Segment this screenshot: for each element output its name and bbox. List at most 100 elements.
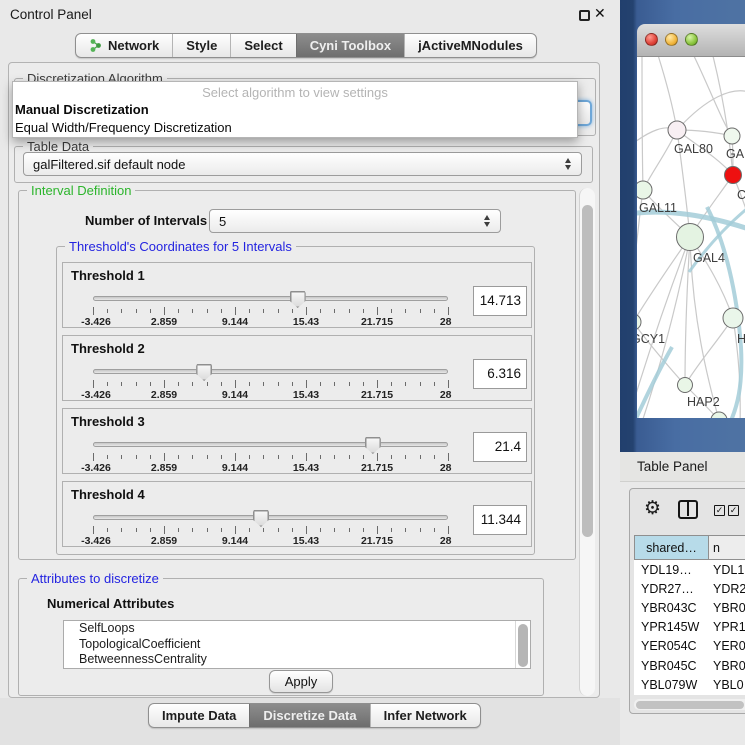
- cell-name[interactable]: YDL1: [708, 563, 744, 577]
- tab-discretize-data[interactable]: Discretize Data: [249, 704, 369, 727]
- algorithm-dropdown-popup: Select algorithm to view settings Manual…: [12, 81, 578, 138]
- algorithm-prompt-option[interactable]: Select algorithm to view settings: [13, 82, 577, 101]
- attributes-list-scrollbar[interactable]: [515, 621, 530, 668]
- tick-mark: [249, 528, 250, 532]
- slider-track[interactable]: [93, 442, 448, 447]
- network-window-titlebar[interactable]: [637, 24, 745, 57]
- cell-shared-name[interactable]: YBL079W: [634, 678, 708, 692]
- cell-name[interactable]: YBL0: [708, 678, 744, 692]
- tab-infer-network[interactable]: Infer Network: [370, 704, 480, 727]
- table-row[interactable]: YBL079WYBL0: [634, 675, 745, 694]
- network-node-GCY1-node[interactable]: [637, 314, 641, 330]
- slider-thumb[interactable]: [253, 510, 269, 527]
- attribute-list-item[interactable]: SelfLoops: [64, 621, 530, 637]
- zoom-window-icon[interactable]: [685, 33, 698, 46]
- tab-label: Network: [108, 38, 159, 53]
- tick-mark: [278, 528, 279, 532]
- threshold-label: Threshold 4: [71, 487, 145, 502]
- table-data-combo[interactable]: galFiltered.sif default node: [23, 152, 582, 176]
- network-node-GA-node[interactable]: [724, 128, 740, 144]
- attributes-list-scrollbar-thumb[interactable]: [518, 624, 528, 667]
- threshold-value-field[interactable]: 21.4: [473, 432, 527, 462]
- tab-cyni-toolbox[interactable]: Cyni Toolbox: [296, 34, 404, 57]
- slider-track[interactable]: [93, 296, 448, 301]
- threshold-value-field[interactable]: 11.344: [473, 505, 527, 535]
- checkbox-icon[interactable]: ✓: [714, 505, 725, 516]
- tick-mark: [136, 528, 137, 532]
- algorithm-option-manual[interactable]: Manual Discretization: [13, 101, 577, 119]
- attribute-list-item[interactable]: BetweennessCentrality: [64, 652, 530, 668]
- column-header-name[interactable]: n: [709, 536, 745, 559]
- column-header-shared-name[interactable]: shared…: [635, 536, 709, 559]
- table-row[interactable]: YDR27…YDR2: [634, 579, 745, 598]
- slider-thumb[interactable]: [196, 364, 212, 381]
- slider-thumb[interactable]: [365, 437, 381, 454]
- tab-label: Cyni Toolbox: [310, 38, 391, 53]
- cell-shared-name[interactable]: YDL19…: [634, 563, 708, 577]
- network-node-GAL4-node[interactable]: [677, 224, 704, 251]
- minimize-window-icon[interactable]: [665, 33, 678, 46]
- cell-name[interactable]: YBR0: [708, 659, 745, 673]
- tab-jactivemnodules[interactable]: jActiveMNodules: [404, 34, 536, 57]
- thresholds-group: Threshold's Coordinates for 5 Intervals …: [56, 246, 535, 555]
- table-hscrollbar-thumb[interactable]: [636, 701, 744, 709]
- tick-label-row: -3.4262.8599.14415.4321.71528: [93, 316, 448, 327]
- interval-definition-title: Interval Definition: [27, 183, 135, 198]
- algorithm-option-equal-width[interactable]: Equal Width/Frequency Discretization: [13, 119, 577, 137]
- network-node-HAP2-node[interactable]: [678, 378, 693, 393]
- network-node-H-node[interactable]: [723, 308, 743, 328]
- cell-name[interactable]: YER0: [708, 639, 745, 653]
- tick-mark: [164, 380, 165, 388]
- table-row[interactable]: YIL052CYIL0: [634, 714, 745, 715]
- gear-icon[interactable]: ⚙: [644, 497, 661, 519]
- tab-label: Infer Network: [384, 708, 467, 723]
- cell-shared-name[interactable]: YER054C: [634, 639, 708, 653]
- tab-select[interactable]: Select: [230, 34, 295, 57]
- network-node-red-node[interactable]: [725, 167, 742, 184]
- number-of-intervals-combo[interactable]: 5: [209, 209, 501, 233]
- table-row[interactable]: YDL19…YDL1: [634, 560, 745, 579]
- checkbox-icon[interactable]: ✓: [728, 505, 739, 516]
- cell-shared-name[interactable]: YDR27…: [634, 582, 708, 596]
- slider-track[interactable]: [93, 369, 448, 374]
- threshold-value-field[interactable]: 6.316: [473, 359, 527, 389]
- network-node-GAL11-node[interactable]: [637, 181, 652, 199]
- table-row[interactable]: YBR043CYBR0: [634, 598, 745, 617]
- cell-name[interactable]: YBR0: [708, 601, 745, 615]
- slider-track[interactable]: [93, 515, 448, 520]
- tick-mark: [150, 528, 151, 532]
- slider-thumb[interactable]: [290, 291, 306, 308]
- cell-name[interactable]: YPR1: [708, 620, 745, 634]
- threshold-value-field[interactable]: 14.713: [473, 286, 527, 316]
- tick-label: 15.43: [293, 316, 319, 328]
- tick-mark: [363, 455, 364, 459]
- table-row[interactable]: YPR145WYPR1: [634, 618, 745, 637]
- network-canvas[interactable]: GAL80GACGAL11GAL4GCY1HHAP2: [637, 57, 745, 418]
- tick-mark: [391, 455, 392, 459]
- float-window-icon[interactable]: [579, 10, 590, 21]
- close-window-icon[interactable]: [645, 33, 658, 46]
- attribute-list-item[interactable]: TopologicalCoefficient: [64, 637, 530, 653]
- tab-network[interactable]: Network: [76, 34, 172, 57]
- tick-label-row: -3.4262.8599.14415.4321.71528: [93, 462, 448, 473]
- numerical-attributes-list[interactable]: SelfLoopsTopologicalCoefficientBetweenne…: [63, 620, 531, 669]
- table-row[interactable]: YER054CYER0: [634, 637, 745, 656]
- node-label-GA: GA: [726, 147, 745, 161]
- apply-button[interactable]: Apply: [269, 670, 333, 693]
- cell-shared-name[interactable]: YBR043C: [634, 601, 708, 615]
- columns-icon[interactable]: [678, 500, 698, 519]
- table-row[interactable]: YBR045CYBR0: [634, 656, 745, 675]
- close-icon[interactable]: ✕: [594, 5, 606, 22]
- cell-shared-name[interactable]: YPR145W: [634, 620, 708, 634]
- settings-scrollbar-thumb[interactable]: [582, 205, 593, 537]
- cell-name[interactable]: YDR2: [708, 582, 745, 596]
- interval-definition-group: Interval Definition Number of Intervals …: [18, 190, 576, 560]
- tab-impute-data[interactable]: Impute Data: [149, 704, 249, 727]
- tick-mark: [107, 455, 108, 459]
- network-node-GAL80-node[interactable]: [668, 121, 686, 139]
- tab-style[interactable]: Style: [172, 34, 230, 57]
- cell-shared-name[interactable]: YBR045C: [634, 659, 708, 673]
- table-hscrollbar[interactable]: [634, 699, 745, 710]
- network-node-edge-node[interactable]: [711, 412, 727, 418]
- settings-scrollbar[interactable]: [579, 188, 595, 696]
